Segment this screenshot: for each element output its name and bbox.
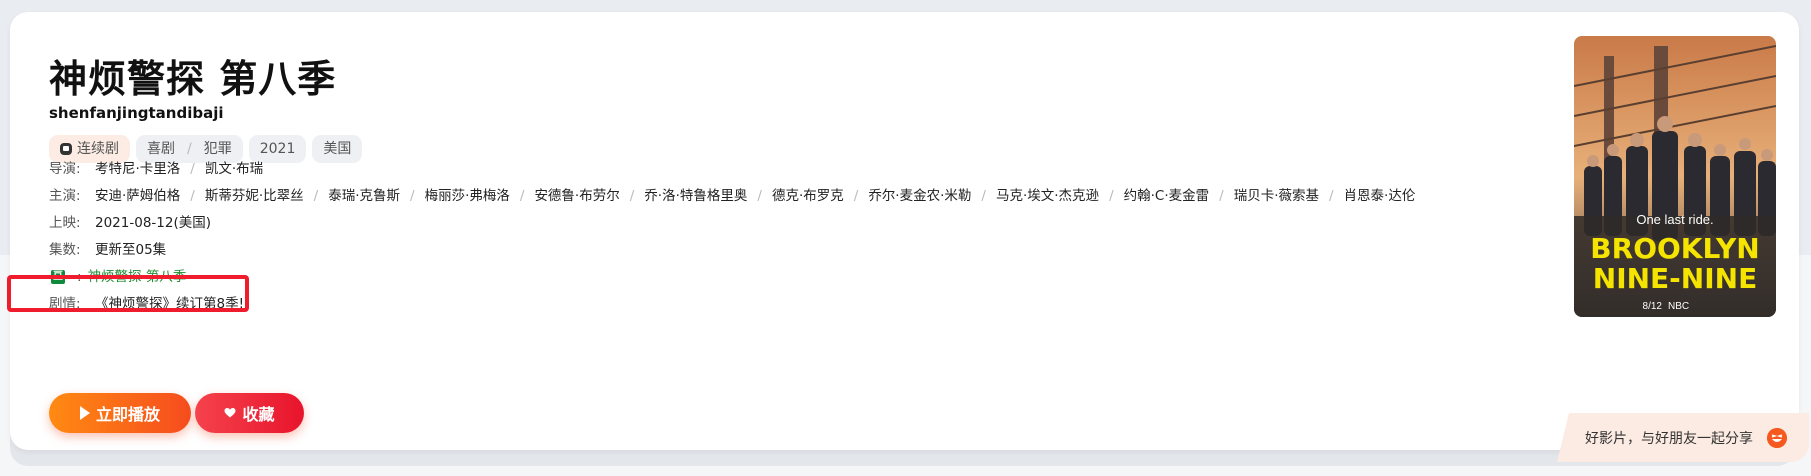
cast-link[interactable]: 乔·洛·特鲁格里奥: [644, 186, 747, 206]
name-separator: /: [981, 188, 986, 204]
svg-text:BROOKLYN: BROOKLYN: [1590, 232, 1759, 265]
page-title: 神烦警探 第八季: [49, 57, 337, 101]
favorite-button-label: 收藏: [242, 405, 275, 424]
favorite-button[interactable]: 收藏: [195, 393, 304, 433]
svg-text:NINE-NINE: NINE-NINE: [1593, 262, 1757, 295]
name-separator: /: [190, 188, 195, 204]
detail-card: 神烦警探 第八季 shenfanjingtandibaji 连续剧 喜剧 / 犯…: [10, 12, 1809, 462]
svg-text:NBC: NBC: [1668, 301, 1689, 312]
name-separator: /: [757, 188, 762, 204]
name-separator: /: [629, 188, 635, 204]
cast-link[interactable]: 肖恩泰·达伦: [1344, 186, 1416, 206]
cast-label: 主演:: [49, 188, 81, 204]
release-row: 上映: 2021-08-12(美国): [49, 213, 211, 233]
cast-link[interactable]: 马克·埃文·杰克逊: [996, 186, 1099, 206]
play-icon: [79, 406, 90, 420]
heart-icon: [224, 408, 236, 418]
episodes-value: 更新至05集: [95, 242, 167, 258]
cast-link[interactable]: 德克·布罗克: [772, 186, 844, 206]
cast-link[interactable]: 梅丽莎·弗梅洛: [425, 186, 510, 206]
tv-icon: [60, 143, 72, 155]
cast-link[interactable]: 安德鲁·布劳尔: [534, 186, 619, 206]
cast-link[interactable]: 乔尔·麦金农·米勒: [868, 186, 971, 206]
svg-text:One last ride.: One last ride.: [1636, 212, 1713, 227]
pinyin-subtitle: shenfanjingtandibaji: [49, 104, 224, 122]
episodes-label: 集数:: [49, 242, 81, 258]
director-link[interactable]: 凯文·布瑞: [205, 159, 263, 179]
director-label: 导演:: [49, 161, 81, 177]
name-separator: /: [853, 188, 859, 204]
annotation-highlight: [7, 275, 249, 312]
name-separator: /: [1219, 188, 1224, 204]
director-link[interactable]: 考特尼·卡里洛: [95, 159, 180, 179]
laughing-face-icon: [1767, 427, 1787, 448]
svg-text:8/12: 8/12: [1643, 301, 1663, 312]
name-separator: /: [1329, 188, 1334, 204]
play-button-label: 立即播放: [95, 405, 160, 424]
cast-link[interactable]: 泰瑞·克鲁斯: [328, 186, 400, 206]
director-row: 导演: 考特尼·卡里洛 / 凯文·布瑞: [49, 159, 263, 179]
cast-link[interactable]: 斯蒂芬妮·比翠丝: [205, 186, 304, 206]
cast-link[interactable]: 约翰·C·麦金雷: [1124, 186, 1210, 206]
share-text: 好影片，与好朋友一起分享: [1585, 430, 1753, 447]
poster-image[interactable]: One last ride. BROOKLYN NINE-NINE 8/12 N…: [1574, 36, 1776, 317]
cast-row: 主演: 安迪·萨姆伯格 / 斯蒂芬妮·比翠丝 / 泰瑞·克鲁斯 / 梅丽莎·弗梅…: [49, 186, 1415, 206]
name-separator: /: [313, 188, 319, 204]
name-separator: /: [1109, 188, 1114, 204]
name-separator: /: [410, 188, 415, 204]
poster-artwork: One last ride. BROOKLYN NINE-NINE 8/12 N…: [1574, 36, 1776, 317]
cast-link[interactable]: 安迪·萨姆伯格: [95, 186, 180, 206]
share-banner[interactable]: 好影片，与好朋友一起分享: [1557, 413, 1809, 462]
name-separator: /: [519, 188, 525, 204]
release-label: 上映:: [49, 215, 81, 231]
release-value: 2021-08-12(美国): [95, 215, 211, 231]
name-separator: /: [190, 161, 195, 177]
cast-link[interactable]: 瑞贝卡·薇索基: [1234, 186, 1319, 206]
tag-region[interactable]: 美国: [312, 135, 363, 163]
episodes-row: 集数: 更新至05集: [49, 240, 166, 260]
play-button[interactable]: 立即播放: [49, 393, 191, 433]
